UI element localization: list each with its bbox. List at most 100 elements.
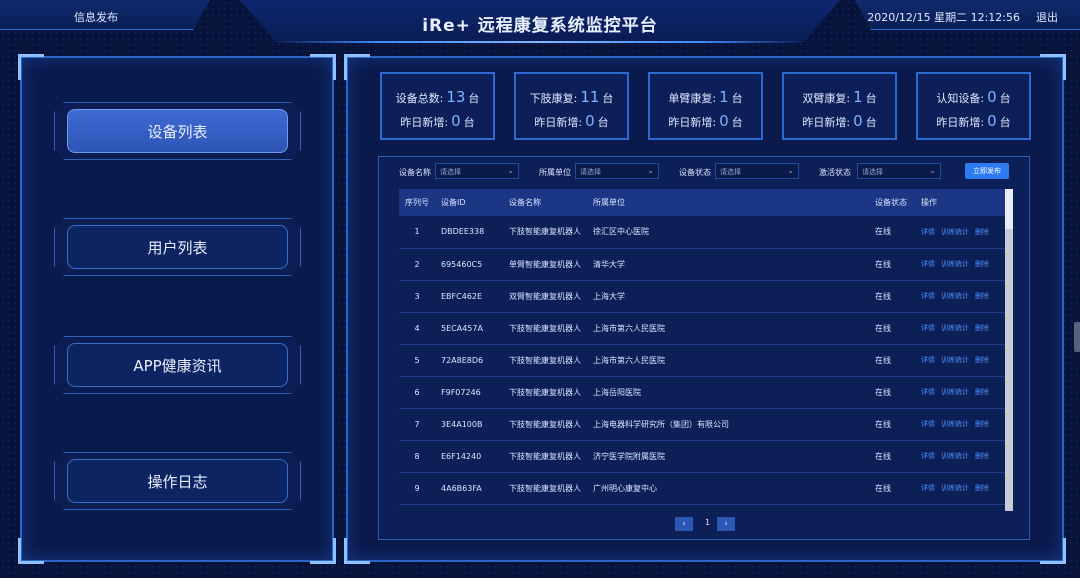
row-actions: 详情 训练统计 删除 <box>915 280 1013 312</box>
side-edge-handle[interactable] <box>1074 322 1080 352</box>
training-stats-link[interactable]: 训练统计 <box>941 356 969 364</box>
datetime-display: 2020/12/15 星期二 12:12:56 <box>867 11 1020 24</box>
delete-link[interactable]: 删除 <box>975 260 989 268</box>
select-placeholder: 请选择 <box>580 168 601 176</box>
table-row: 2 695460C5 单臂智能康复机器人 清华大学 在线 详情 训练统计 删除 <box>399 248 1013 280</box>
row-index: 4 <box>414 323 420 333</box>
publish-now-button[interactable]: 立即发布 <box>965 163 1009 179</box>
nav-app-health-news-button[interactable]: APP健康资讯 <box>67 343 288 387</box>
corner-decoration <box>18 538 44 564</box>
corner-decoration <box>1040 54 1066 80</box>
activation-select[interactable]: 请选择 ⌄ <box>857 163 941 179</box>
column-header: 所属单位 <box>593 198 625 207</box>
status-select[interactable]: 请选择 ⌄ <box>715 163 799 179</box>
delete-link[interactable]: 删除 <box>975 356 989 364</box>
content-panel: 设备总数: 13 台 昨日新增: 0 台 下肢康复: 11 台 昨日新增: 0 台 单臂康复: 1… <box>344 54 1066 564</box>
training-stats-link[interactable]: 训练统计 <box>941 228 969 236</box>
stat-new-unit: 台 <box>463 116 475 129</box>
training-stats-link[interactable]: 训练统计 <box>941 324 969 332</box>
device-status: 在线 <box>875 355 891 365</box>
logout-button[interactable]: 退出 <box>1036 9 1058 25</box>
details-link[interactable]: 详情 <box>921 292 935 300</box>
details-link[interactable]: 详情 <box>921 324 935 332</box>
training-stats-link[interactable]: 训练统计 <box>941 452 969 460</box>
nav-item-user-list[interactable]: 用户列表 <box>54 218 301 276</box>
header-glow-line <box>270 41 810 43</box>
training-stats-link[interactable]: 训练统计 <box>941 292 969 300</box>
nav-item-device-list[interactable]: 设备列表 <box>54 102 301 160</box>
device-id: 3E4A100B <box>441 419 483 429</box>
training-stats-link[interactable]: 训练统计 <box>941 388 969 396</box>
stat-new-label: 昨日新增: <box>400 116 449 129</box>
details-link[interactable]: 详情 <box>921 484 935 492</box>
stat-unit: 台 <box>865 92 877 105</box>
scrollbar-thumb[interactable] <box>1005 189 1013 229</box>
row-index: 9 <box>414 483 420 493</box>
unit-select[interactable]: 请选择 ⌄ <box>575 163 659 179</box>
device-unit: 上海市第六人民医院 <box>593 355 665 365</box>
table-scrollbar[interactable] <box>1005 189 1013 511</box>
row-actions: 详情 训练统计 删除 <box>915 440 1013 472</box>
device-status: 在线 <box>875 259 891 269</box>
column-header: 设备ID <box>441 198 466 207</box>
current-page-number[interactable]: 1 <box>705 518 710 527</box>
delete-link[interactable]: 删除 <box>975 292 989 300</box>
scrollbar-track[interactable] <box>1005 229 1013 511</box>
device-id: DBDEE338 <box>441 227 485 237</box>
row-index: 7 <box>414 419 420 429</box>
header-right-bar: 2020/12/15 星期二 12:12:56 退出 <box>855 0 1080 30</box>
table-header-row: 序列号 设备ID 设备名称 所属单位 设备状态 操作 <box>399 189 1013 216</box>
activation-filter-label: 激活状态 <box>819 168 851 177</box>
nav-user-list-button[interactable]: 用户列表 <box>67 225 288 269</box>
nav-device-list-button[interactable]: 设备列表 <box>67 109 288 153</box>
training-stats-link[interactable]: 训练统计 <box>941 420 969 428</box>
column-header: 操作 <box>921 198 937 207</box>
nav-item-operation-log[interactable]: 操作日志 <box>54 452 301 510</box>
delete-link[interactable]: 删除 <box>975 388 989 396</box>
corner-decoration <box>310 54 336 80</box>
row-index: 8 <box>414 451 420 461</box>
row-actions: 详情 训练统计 删除 <box>915 344 1013 376</box>
delete-link[interactable]: 删除 <box>975 228 989 236</box>
stat-new-unit: 台 <box>865 116 877 129</box>
nav-operation-log-button[interactable]: 操作日志 <box>67 459 288 503</box>
device-status: 在线 <box>875 483 891 493</box>
prev-page-button[interactable]: ‹ <box>675 517 693 531</box>
top-header: 信息发布 iRe+ 远程康复系统监控平台 2020/12/15 星期二 12:1… <box>0 0 1080 46</box>
stat-label: 设备总数: <box>395 92 444 105</box>
stat-card-total: 设备总数: 13 台 昨日新增: 0 台 <box>380 72 495 140</box>
training-stats-link[interactable]: 训练统计 <box>941 260 969 268</box>
delete-link[interactable]: 删除 <box>975 452 989 460</box>
details-link[interactable]: 详情 <box>921 452 935 460</box>
stat-card-single-arm: 单臂康复: 1 台 昨日新增: 0 台 <box>648 72 763 140</box>
delete-link[interactable]: 删除 <box>975 324 989 332</box>
device-name-select[interactable]: 请选择 ⌄ <box>435 163 519 179</box>
details-link[interactable]: 详情 <box>921 260 935 268</box>
nav-item-app-health-news[interactable]: APP健康资讯 <box>54 336 301 394</box>
chevron-down-icon: ⌄ <box>507 166 514 175</box>
corner-decoration <box>344 54 370 80</box>
details-link[interactable]: 详情 <box>921 356 935 364</box>
device-id: EBFC462E <box>441 291 483 301</box>
device-status: 在线 <box>875 227 891 237</box>
stat-value: 0 <box>987 88 997 106</box>
row-actions: 详情 训练统计 删除 <box>915 376 1013 408</box>
row-actions: 详情 训练统计 删除 <box>915 408 1013 440</box>
delete-link[interactable]: 删除 <box>975 484 989 492</box>
delete-link[interactable]: 删除 <box>975 420 989 428</box>
details-link[interactable]: 详情 <box>921 420 935 428</box>
device-status: 在线 <box>875 451 891 461</box>
row-actions: 详情 训练统计 删除 <box>915 248 1013 280</box>
details-link[interactable]: 详情 <box>921 388 935 396</box>
stat-label: 单臂康复: <box>668 92 717 105</box>
training-stats-link[interactable]: 训练统计 <box>941 484 969 492</box>
details-link[interactable]: 详情 <box>921 228 935 236</box>
corner-decoration <box>18 54 44 80</box>
chevron-down-icon: ⌄ <box>647 166 654 175</box>
corner-decoration <box>344 538 370 564</box>
next-page-button[interactable]: › <box>717 517 735 531</box>
device-status: 在线 <box>875 323 891 333</box>
stat-unit: 台 <box>999 92 1011 105</box>
device-unit: 清华大学 <box>593 259 625 269</box>
chevron-down-icon: ⌄ <box>929 166 936 175</box>
